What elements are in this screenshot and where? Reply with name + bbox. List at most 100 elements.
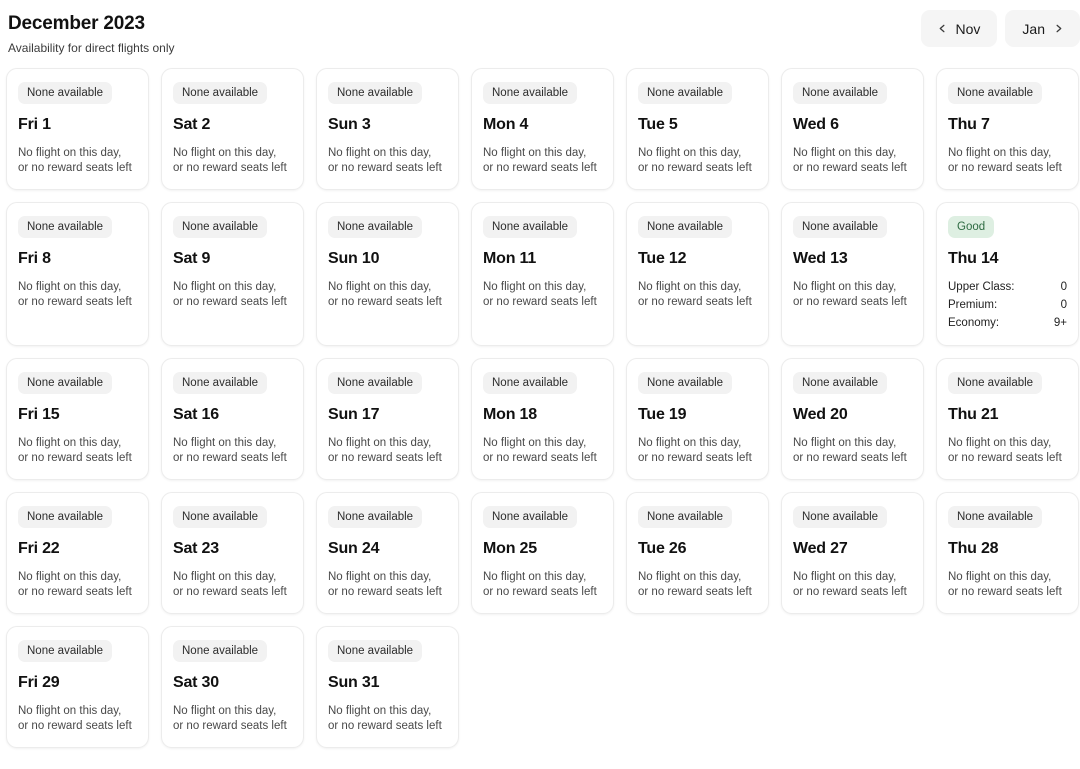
status-badge: None available [483, 216, 578, 238]
day-card[interactable]: None available Wed 27 No flight on this da… [781, 492, 924, 614]
previous-month-button[interactable]: Nov [920, 10, 998, 47]
status-badge: None available [173, 372, 268, 394]
availability-note: No flight on this day, or no reward seat… [18, 281, 132, 308]
day-card[interactable]: None available Sun 17 No flight on this da… [316, 358, 459, 480]
day-card[interactable]: None available Sun 10 No flight on this da… [316, 202, 459, 346]
status-badge: None available [18, 372, 113, 394]
availability-calendar-page: December 2023 Availability for direct fl… [0, 0, 1080, 769]
status-badge: None available [328, 82, 423, 104]
day-label: Fri 8 [18, 250, 51, 267]
previous-month-label: Nov [955, 20, 981, 37]
availability-note: No flight on this day, or no reward seat… [793, 281, 907, 308]
status-badge: None available [328, 640, 423, 662]
status-badge: None available [638, 506, 733, 528]
day-card[interactable]: None available Tue 19 No flight on this da… [626, 358, 769, 480]
day-card[interactable]: None available Sat 2 No flight on this day… [161, 68, 304, 190]
status-badge: None available [638, 372, 733, 394]
day-label: Tue 26 [638, 540, 687, 557]
day-label: Fri 15 [18, 406, 60, 423]
day-label: Tue 12 [638, 250, 687, 267]
day-card[interactable]: None available Mon 25 No flight on this da… [471, 492, 614, 614]
availability-note: No flight on this day, or no reward seat… [948, 437, 1062, 464]
status-badge: None available [328, 216, 423, 238]
day-card[interactable]: None available Tue 12 No flight on this da… [626, 202, 769, 346]
cabin-seat-count: 0 [1060, 281, 1067, 293]
day-card[interactable]: None available Sun 3 No flight on this day… [316, 68, 459, 190]
availability-note: No flight on this day, or no reward seat… [328, 571, 442, 598]
cabin-seat-count: 0 [1060, 299, 1067, 311]
availability-note: No flight on this day, or no reward seat… [328, 437, 442, 464]
status-badge: None available [18, 640, 113, 662]
availability-note: No flight on this day, or no reward seat… [948, 147, 1062, 174]
status-badge: None available [638, 82, 733, 104]
next-month-button[interactable]: Jan [1005, 10, 1080, 47]
day-card[interactable]: None available Wed 13 No flight on this da… [781, 202, 924, 346]
day-label: Wed 6 [793, 116, 839, 133]
day-card[interactable]: None available Fri 22 No flight on this da… [6, 492, 149, 614]
day-card[interactable]: None available Thu 21 No flight on this da… [936, 358, 1079, 480]
day-card[interactable]: None available Wed 6 No flight on this day… [781, 68, 924, 190]
availability-note: No flight on this day, or no reward seat… [173, 705, 287, 732]
day-card[interactable]: None available Sun 24 No flight on this da… [316, 492, 459, 614]
day-card[interactable]: None available Tue 26 No flight on this da… [626, 492, 769, 614]
day-card[interactable]: None available Sat 16 No flight on this da… [161, 358, 304, 480]
day-card[interactable]: None available Fri 29 No flight on this da… [6, 626, 149, 748]
availability-note: No flight on this day, or no reward seat… [173, 437, 287, 464]
day-card[interactable]: None available Thu 28 No flight on this da… [936, 492, 1079, 614]
day-card[interactable]: None available Sat 23 No flight on this da… [161, 492, 304, 614]
day-card[interactable]: None available Sat 30 No flight on this da… [161, 626, 304, 748]
cabin-row: Economy: 9+ [948, 316, 1067, 331]
availability-note: No flight on this day, or no reward seat… [18, 147, 132, 174]
availability-day-grid: None available Fri 1 No flight on this day… [0, 68, 1080, 748]
availability-note: No flight on this day, or no reward seat… [638, 571, 752, 598]
day-label: Sun 10 [328, 250, 380, 267]
availability-note: No flight on this day, or no reward seat… [638, 281, 752, 308]
day-card[interactable]: None available Sun 31 No flight on this da… [316, 626, 459, 748]
availability-note: No flight on this day, or no reward seat… [18, 437, 132, 464]
day-card[interactable]: None available Mon 11 No flight on this da… [471, 202, 614, 346]
status-badge: None available [18, 216, 113, 238]
status-badge: None available [328, 372, 423, 394]
day-label: Thu 14 [948, 250, 999, 267]
status-badge: None available [793, 82, 888, 104]
day-label: Wed 27 [793, 540, 848, 557]
day-label: Fri 29 [18, 674, 60, 691]
day-label: Sat 2 [173, 116, 211, 133]
day-card[interactable]: None available Mon 18 No flight on this da… [471, 358, 614, 480]
availability-note: No flight on this day, or no reward seat… [948, 571, 1062, 598]
status-badge: None available [948, 82, 1043, 104]
header-titles: December 2023 Availability for direct fl… [8, 10, 175, 56]
availability-note: No flight on this day, or no reward seat… [793, 147, 907, 174]
cabin-availability-list: Upper Class: 0 Premium: 0 Economy: 9+ [948, 280, 1067, 331]
status-badge: None available [483, 82, 578, 104]
status-badge: None available [638, 216, 733, 238]
availability-note: No flight on this day, or no reward seat… [173, 571, 287, 598]
cabin-label: Upper Class: [948, 281, 1015, 293]
status-badge: None available [793, 216, 888, 238]
day-card[interactable]: None available Fri 8 No flight on this day… [6, 202, 149, 346]
day-label: Tue 5 [638, 116, 678, 133]
day-card[interactable]: None available Tue 5 No flight on this day… [626, 68, 769, 190]
status-badge: None available [483, 506, 578, 528]
chevron-right-icon [1054, 24, 1063, 33]
availability-note: No flight on this day, or no reward seat… [638, 147, 752, 174]
day-label: Sun 3 [328, 116, 371, 133]
availability-note: No flight on this day, or no reward seat… [483, 281, 597, 308]
status-badge: None available [173, 640, 268, 662]
day-card[interactable]: Good Thu 14 Upper Class: 0 Premium: 0 Economy:… [936, 202, 1079, 346]
month-navigation: Nov Jan [920, 10, 1080, 47]
cabin-row: Upper Class: 0 [948, 280, 1067, 295]
availability-note: No flight on this day, or no reward seat… [793, 437, 907, 464]
day-label: Thu 28 [948, 540, 999, 557]
day-card[interactable]: None available Mon 4 No flight on this day… [471, 68, 614, 190]
day-card[interactable]: None available Fri 1 No flight on this day… [6, 68, 149, 190]
status-badge: None available [948, 372, 1043, 394]
day-label: Fri 22 [18, 540, 60, 557]
chevron-left-icon [938, 24, 947, 33]
day-card[interactable]: None available Fri 15 No flight on this da… [6, 358, 149, 480]
status-badge: None available [18, 82, 113, 104]
day-card[interactable]: None available Sat 9 No flight on this day… [161, 202, 304, 346]
day-label: Sat 9 [173, 250, 211, 267]
day-card[interactable]: None available Wed 20 No flight on this da… [781, 358, 924, 480]
day-card[interactable]: None available Thu 7 No flight on this day… [936, 68, 1079, 190]
